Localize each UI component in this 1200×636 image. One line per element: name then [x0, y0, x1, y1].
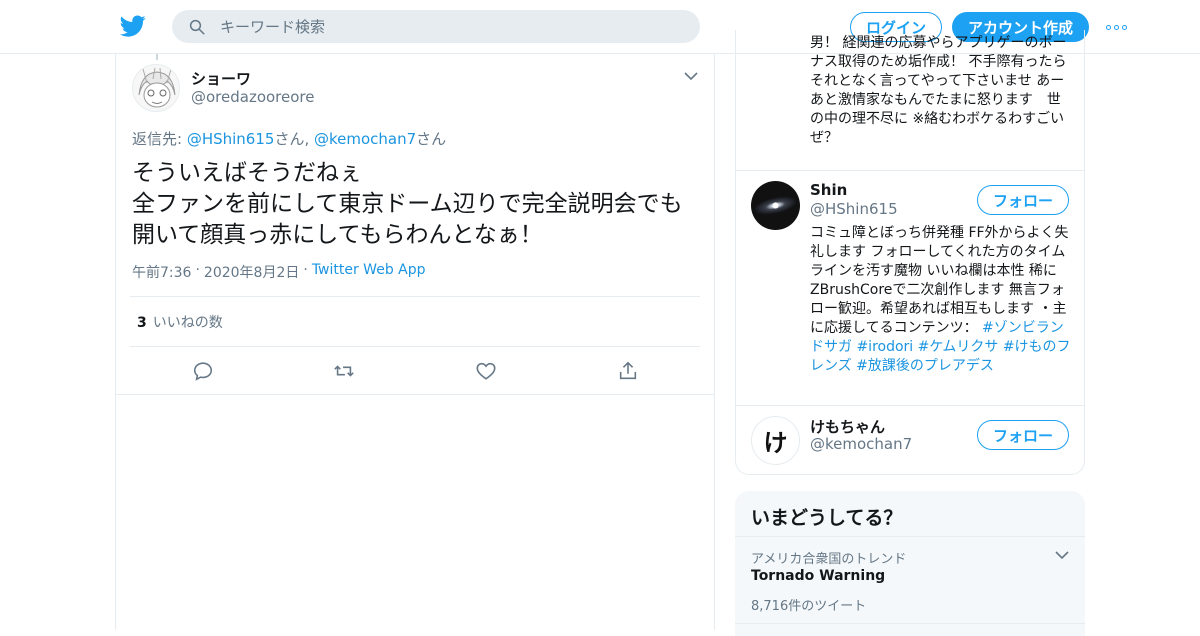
- tweet-meta: 午前7:36 · 2020年8月2日 · Twitter Web App: [132, 262, 426, 282]
- user-name[interactable]: Shin: [810, 181, 847, 199]
- user-handle[interactable]: @HShin615: [810, 200, 898, 218]
- related-users-card: 男！ 経関連の応募やらアプリゲーのボーナス取得のため垢作成！ 不手際有ったらそれ…: [735, 30, 1085, 475]
- retweet-button[interactable]: [331, 358, 357, 384]
- reply-suffix: さん,: [274, 130, 314, 148]
- anime-avatar-image: [133, 65, 179, 111]
- divider: [735, 623, 1085, 624]
- reply-suffix: さん: [416, 130, 447, 148]
- likes-stat[interactable]: 3 いいねの数: [137, 312, 223, 332]
- divider: [116, 394, 714, 395]
- tweet-source-app[interactable]: Twitter Web App: [312, 262, 426, 282]
- reply-user-link[interactable]: @kemochan7: [314, 130, 416, 148]
- follow-button[interactable]: フォロー: [977, 420, 1069, 450]
- trend-count: 8,716件のツイート: [751, 599, 867, 614]
- trends-card: いまどうしてる？ アメリカ合衆国のトレンド Tornado Warning 8,…: [735, 491, 1085, 636]
- likes-label: いいねの数: [152, 315, 223, 331]
- follow-button[interactable]: フォロー: [977, 185, 1069, 215]
- meta-separator: ·: [195, 262, 200, 278]
- divider: [130, 296, 700, 297]
- meta-separator: ·: [303, 262, 308, 278]
- user-name[interactable]: けもちゃん: [810, 416, 885, 437]
- tweet-actions: [116, 358, 716, 386]
- galaxy-avatar-image: [751, 181, 800, 230]
- tweet-text: そういえばそうだねぇ 全ファンを前にして東京ドーム辺りで完全説明会でも開いて顔真…: [132, 160, 683, 248]
- likes-count: 3: [137, 315, 147, 331]
- share-button[interactable]: [615, 358, 641, 384]
- divider: [735, 536, 1085, 537]
- twitter-bird-icon[interactable]: [120, 13, 146, 39]
- reply-context: 返信先: @HShin615さん, @kemochan7さん: [132, 128, 446, 149]
- reply-icon: [193, 362, 213, 381]
- reply-user-link[interactable]: @HShin615: [187, 130, 275, 148]
- tweet-time[interactable]: 午前7:36: [132, 262, 191, 282]
- divider: [736, 405, 1084, 406]
- like-icon: [476, 362, 496, 380]
- chevron-down-icon[interactable]: [684, 71, 698, 81]
- trends-title: いまどうしてる？: [751, 507, 903, 529]
- tweet-detail: ショーワ @oredazooreore 返信先: @HShin615さん, @k…: [115, 54, 715, 630]
- avatar[interactable]: [751, 181, 800, 230]
- trend-context: アメリカ合衆国のトレンド: [751, 552, 907, 567]
- user-bio: コミュ障とぼっち併発種 FF外からよく失礼します フォローしてくれた方のタイムラ…: [810, 224, 1072, 376]
- avatar[interactable]: [132, 64, 180, 112]
- search-box[interactable]: [172, 10, 700, 43]
- avatar[interactable]: け: [751, 416, 800, 465]
- trend-name[interactable]: Tornado Warning: [751, 568, 885, 584]
- thread-line: [156, 54, 158, 60]
- search-input[interactable]: [220, 17, 660, 36]
- user-handle[interactable]: @kemochan7: [810, 435, 912, 453]
- share-icon: [619, 361, 637, 380]
- search-icon: [189, 19, 205, 34]
- like-button[interactable]: [473, 358, 499, 384]
- divider: [130, 346, 700, 347]
- author-handle[interactable]: @oredazooreore: [191, 88, 315, 106]
- avatar-letter: け: [763, 429, 788, 457]
- reply-button[interactable]: [190, 358, 216, 384]
- chevron-down-icon[interactable]: [1055, 550, 1069, 560]
- user-bio: 男！ 経関連の応募やらアプリゲーのボーナス取得のため垢作成！ 不手際有ったらそれ…: [810, 35, 1067, 146]
- tweet-date[interactable]: 2020年8月2日: [204, 262, 299, 282]
- reply-prefix: 返信先:: [132, 130, 187, 148]
- more-icon[interactable]: [1106, 20, 1130, 34]
- retweet-icon: [334, 365, 354, 377]
- divider: [736, 170, 1084, 171]
- author-name[interactable]: ショーワ: [191, 68, 251, 89]
